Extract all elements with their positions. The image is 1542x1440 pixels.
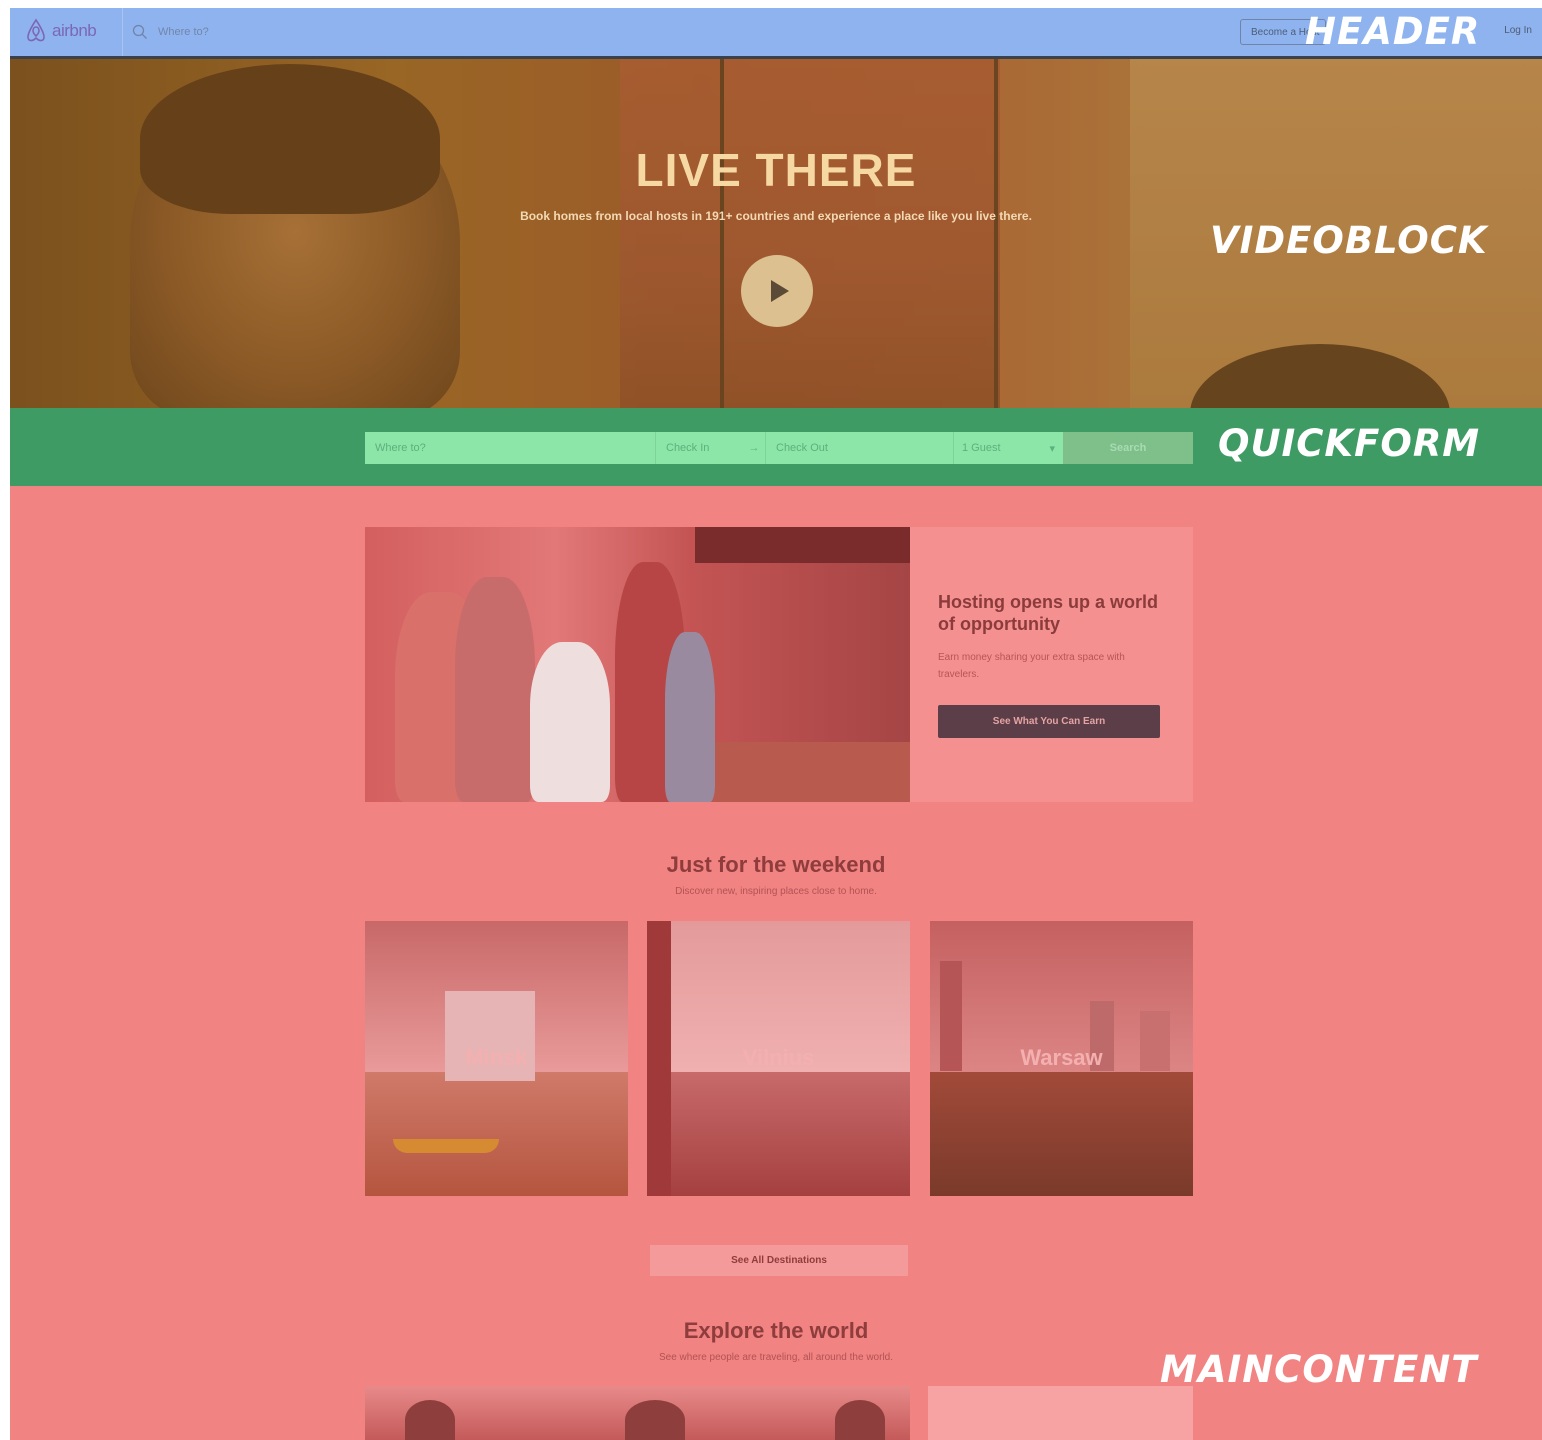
quickform-check-out-input[interactable] [765,432,953,464]
region-label-header: HEADER [1305,10,1481,53]
destination-card-minsk[interactable]: Minsk [365,921,628,1196]
quickform-check-in-input[interactable] [655,432,743,464]
destination-label: Warsaw [1020,1045,1103,1070]
host-image [365,527,910,802]
region-label-maincontent: MAINCONTENT [1160,1348,1478,1391]
explore-title: Explore the world [683,1318,869,1343]
region-label-quickform: QUICKFORM [1218,422,1481,465]
quickform-where-input[interactable] [365,432,655,464]
explore-row [365,1386,1193,1440]
play-button[interactable] [741,255,813,327]
region-label-videoblock: VIDEOBLOCK [1210,219,1488,262]
destination-water [647,1072,910,1196]
main-content: Hosting opens up a world of opportunity … [10,486,1542,1440]
host-image-beam [695,527,910,563]
page-frame: airbnb Become a Host Log In HEADER LIVE … [10,8,1542,1440]
header-divider [122,8,123,56]
see-all-destinations-button[interactable]: See All Destinations [650,1245,908,1276]
play-icon [770,280,789,302]
destination-boat [393,1139,499,1153]
header-search-input[interactable] [156,25,360,39]
header: airbnb Become a Host Log In HEADER [10,8,1542,59]
quickform-guests-select[interactable]: 1 Guest ▾ [953,432,1063,464]
weekend-subtitle: Discover new, inspiring places close to … [675,886,877,897]
destination-water [930,1072,1193,1196]
login-link[interactable]: Log In [1504,25,1532,36]
quickform: → 1 Guest ▾ Search QUICKFORM [10,408,1542,486]
destination-card-warsaw[interactable]: Warsaw [930,921,1193,1196]
host-title: Hosting opens up a world of opportunity [938,592,1158,634]
arrow-right-icon: → [743,432,765,464]
quickform-search-button[interactable]: Search [1063,432,1193,464]
header-search[interactable] [132,20,432,44]
quickform-guests-value: 1 Guest [962,442,1001,454]
host-image-figure [455,577,535,802]
hero-title: LIVE THERE [635,144,917,196]
explore-dome [625,1400,685,1440]
quickform-bar: → 1 Guest ▾ Search [365,432,1193,464]
weekend-title: Just for the weekend [666,852,886,877]
logo[interactable]: airbnb [24,18,97,44]
destination-water [365,1072,628,1196]
destination-card-vilnius[interactable]: Vilnius [647,921,910,1196]
chevron-down-icon: ▾ [1049,442,1055,455]
search-icon [132,24,147,39]
host-card: Hosting opens up a world of opportunity … [365,527,1193,802]
airbnb-logo-icon [27,18,45,42]
explore-image[interactable] [928,1386,1193,1440]
destination-label: Minsk [465,1045,528,1070]
host-text: Hosting opens up a world of opportunity … [910,527,1193,802]
see-what-you-can-earn-button[interactable]: See What You Can Earn [938,705,1160,738]
host-image-figure [665,632,715,802]
host-description: Earn money sharing your extra space with… [938,652,1125,680]
host-image-figure [530,642,610,802]
destination-label: Vilnius [742,1045,815,1070]
destination-grid: Minsk Vilnius Warsaw [365,921,1193,1196]
explore-dome [835,1400,885,1440]
explore-dome [405,1400,455,1440]
video-block: LIVE THERE Book homes from local hosts i… [10,59,1542,408]
explore-image[interactable] [365,1386,910,1440]
logo-text: airbnb [52,21,97,40]
